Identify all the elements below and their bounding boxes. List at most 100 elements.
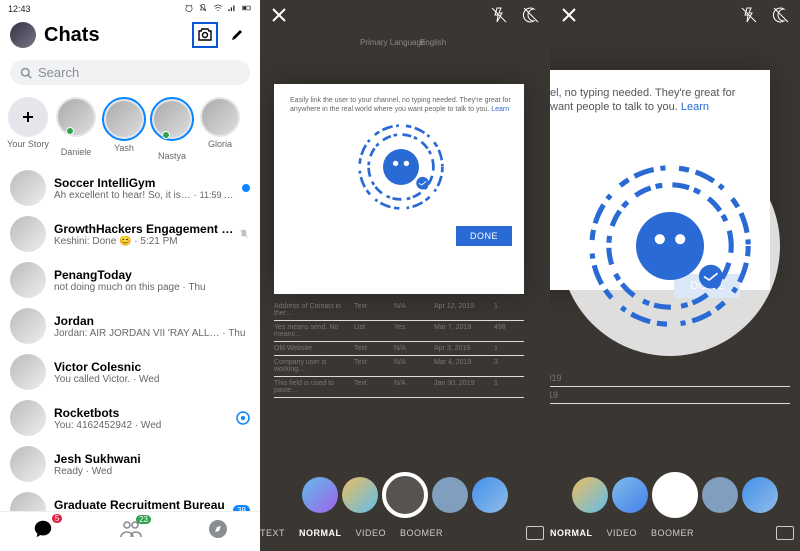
story-yash[interactable]: Yash [100, 97, 148, 161]
background-table-crop: Apr 12, 2019Mar 7, 2019 [550, 370, 790, 404]
flash-off-icon[interactable] [740, 6, 758, 24]
story-nastya[interactable]: Nastya [148, 97, 196, 161]
primary-language-label: Primary Language [360, 38, 425, 47]
chat-preview: not doing much on this page · Thu [54, 282, 250, 293]
gallery-icon[interactable] [776, 526, 794, 540]
chat-row[interactable]: Graduate Recruitment BureauYou: Are you … [0, 487, 260, 511]
mode-normal[interactable]: NORMAL [550, 528, 593, 538]
scan-lens [560, 136, 780, 356]
camera-top-bar [550, 6, 800, 29]
chat-row[interactable]: Soccer IntelliGymAh excellent to hear! S… [0, 165, 260, 211]
chat-preview: You called Victor. · Wed [54, 374, 250, 385]
chat-avatar [10, 492, 46, 511]
learn-link[interactable]: Learn [491, 106, 509, 113]
chat-avatar [10, 446, 46, 482]
messenger-chats-screen: 12:43 Chats Search Your StoryDanieleYash… [0, 0, 260, 551]
effect-1[interactable] [302, 477, 338, 513]
chat-row[interactable]: GrowthHackers Engagement Gr…Keshini: Don… [0, 211, 260, 257]
shutter-button[interactable] [382, 472, 428, 518]
camera-mode-bar[interactable]: TEXT NORMAL VIDEO BOOMER [260, 519, 550, 547]
learn-link[interactable]: Learn [681, 101, 709, 113]
mode-boomer[interactable]: BOOMER [651, 528, 694, 538]
effect-1[interactable] [572, 477, 608, 513]
table-row: Mar 7, 2019 [550, 387, 790, 404]
search-input[interactable]: Search [10, 60, 250, 85]
chat-avatar [10, 400, 46, 436]
battery-icon [242, 3, 252, 13]
code-modal: Easily link the user to your channel, no… [274, 84, 524, 294]
status-icons [182, 3, 252, 15]
story-your-story[interactable]: Your Story [4, 97, 52, 161]
flash-off-icon[interactable] [490, 6, 508, 24]
status-time: 12:43 [8, 4, 31, 14]
camera-mode-bar[interactable]: NORMAL VIDEO BOOMER [550, 519, 800, 547]
chat-avatar [10, 308, 46, 344]
pencil-icon [229, 27, 245, 43]
mode-boomer[interactable]: BOOMER [400, 528, 443, 538]
table-row: Yes means send. No means…ListYesMar 7, 2… [274, 321, 524, 342]
close-icon[interactable] [270, 6, 288, 24]
search-icon [20, 67, 32, 79]
camera-bottom-bar: TEXT NORMAL VIDEO BOOMER [260, 471, 550, 551]
bottom-nav: 5 23 [0, 511, 260, 551]
story-daniele[interactable]: Daniele [52, 97, 100, 161]
camera-top-bar [260, 6, 550, 29]
table-row: This field is used to paste…TextN/AJan 3… [274, 377, 524, 398]
table-row: Company user is working…TextN/AMar 4, 20… [274, 356, 524, 377]
mode-text[interactable]: TEXT [260, 528, 285, 538]
page-title: Chats [44, 24, 186, 47]
chat-avatar [10, 216, 46, 252]
chat-row[interactable]: Victor ColesnicYou called Victor. · Wed [0, 349, 260, 395]
nav-chats[interactable]: 5 [32, 518, 54, 545]
search-placeholder: Search [38, 65, 79, 80]
signal-icon [227, 3, 237, 13]
mode-normal[interactable]: NORMAL [299, 528, 342, 538]
chat-row[interactable]: JordanJordan: AIR JORDAN VII 'RAY ALL… ·… [0, 303, 260, 349]
effect-4[interactable] [472, 477, 508, 513]
compose-button[interactable] [224, 22, 250, 48]
chat-row[interactable]: RocketbotsYou: 4162452942 · Wed [0, 395, 260, 441]
chat-badge: 5 [52, 514, 62, 523]
close-icon[interactable] [560, 6, 578, 24]
chat-name: Victor Colesnic [54, 360, 250, 374]
effect-strip[interactable] [260, 471, 550, 519]
story-gloria[interactable]: Gloria [196, 97, 244, 161]
chat-name: Jesh Sukhwani [54, 452, 250, 466]
chat-icon [32, 518, 54, 540]
effect-2[interactable] [342, 477, 378, 513]
nav-discover[interactable] [208, 519, 228, 544]
effect-3[interactable] [432, 477, 468, 513]
unread-dot [242, 184, 250, 192]
chat-row[interactable]: PenangTodaynot doing much on this page ·… [0, 257, 260, 303]
messenger-code [356, 122, 446, 212]
chat-avatar [10, 354, 46, 390]
bell-off-icon [198, 3, 208, 13]
chat-list[interactable]: Soccer IntelliGymAh excellent to hear! S… [0, 165, 260, 511]
chat-preview: You: 4162452942 · Wed [54, 420, 236, 431]
effect-strip[interactable] [550, 471, 800, 519]
effect-3[interactable] [702, 477, 738, 513]
night-off-icon[interactable] [522, 6, 540, 24]
camera-button[interactable] [192, 22, 218, 48]
messenger-code-large [585, 161, 755, 331]
wifi-icon [213, 3, 223, 13]
shutter-button[interactable] [652, 472, 698, 518]
night-off-icon[interactable] [772, 6, 790, 24]
camera-scan-zoom-screen: el, no typing needed. They're great for … [550, 0, 800, 551]
mode-video[interactable]: VIDEO [607, 528, 638, 538]
effect-2[interactable] [612, 477, 648, 513]
profile-avatar[interactable] [10, 22, 36, 48]
chat-row[interactable]: Jesh SukhwaniReady · Wed [0, 441, 260, 487]
effect-4[interactable] [742, 477, 778, 513]
done-button[interactable]: DONE [456, 226, 512, 246]
stories-row[interactable]: Your StoryDanieleYashNastyaGloria [0, 91, 260, 165]
chat-name: Rocketbots [54, 406, 236, 420]
table-row: Apr 12, 2019 [550, 370, 790, 387]
mode-video[interactable]: VIDEO [356, 528, 387, 538]
nav-people[interactable]: 23 [119, 519, 143, 544]
chat-preview: Keshini: Done 😊 · 5:21 PM [54, 236, 238, 247]
gallery-icon[interactable] [526, 526, 544, 540]
chat-preview: Jordan: AIR JORDAN VII 'RAY ALL… · Thu [54, 328, 250, 339]
chat-avatar [10, 170, 46, 206]
compass-icon [208, 519, 228, 539]
